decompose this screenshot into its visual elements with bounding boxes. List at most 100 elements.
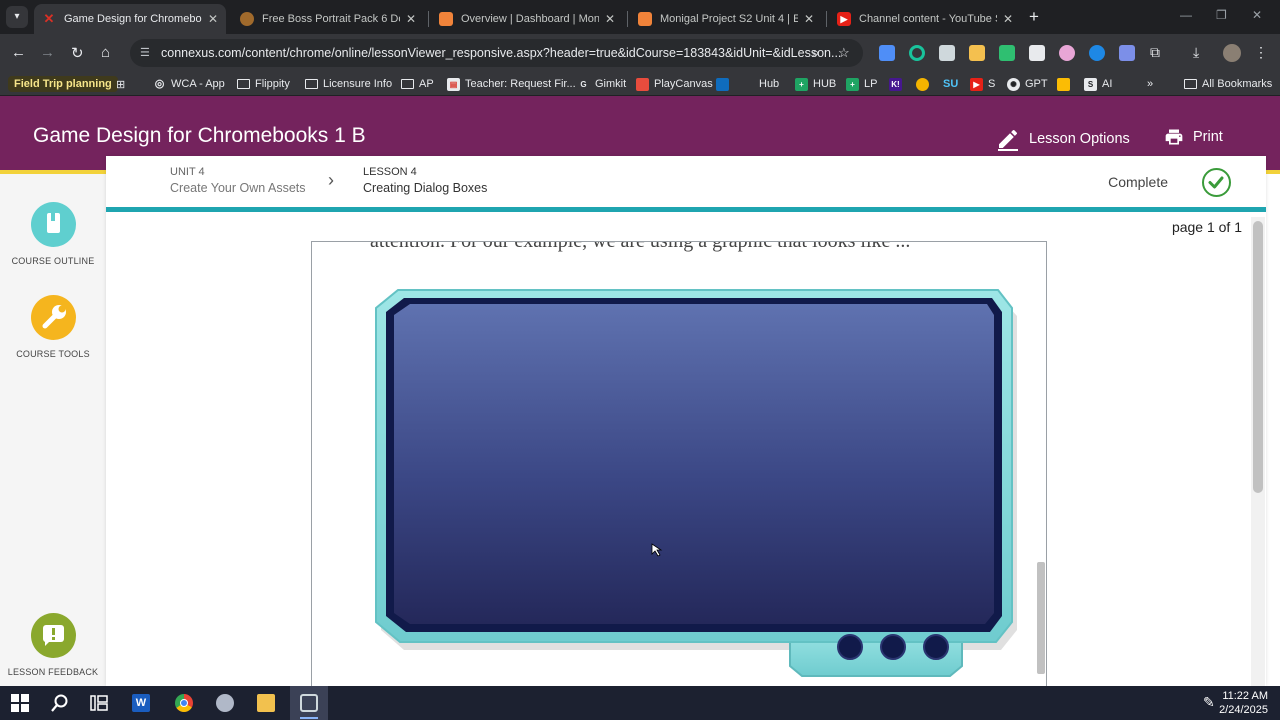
url-text[interactable]: connexus.com/content/chrome/online/lesso… — [161, 46, 841, 60]
printer-icon — [1165, 129, 1183, 145]
bookmark-ap[interactable]: AP — [401, 76, 434, 92]
bookmark-hub[interactable]: Hub — [716, 76, 779, 92]
tab-search-button[interactable]: ▾ — [6, 6, 28, 28]
profile-avatar[interactable] — [1223, 44, 1241, 62]
youtube-icon: ▶ — [970, 77, 983, 91]
gimkit-icon: G — [580, 79, 587, 89]
new-tab-button[interactable]: + — [1029, 7, 1039, 27]
windows-start-icon[interactable] — [11, 694, 29, 712]
reload-icon[interactable]: ↻ — [71, 44, 84, 62]
bookmark-star-icon[interactable]: ☆ — [838, 45, 850, 61]
print-button[interactable]: Print — [1164, 127, 1223, 147]
search-icon[interactable] — [51, 694, 69, 712]
tab-boss-portrait[interactable]: Free Boss Portrait Pack 6 Downl ✕ — [232, 4, 424, 34]
bookmark-hub-sheet[interactable]: + HUB — [795, 76, 836, 92]
zoom-icon[interactable]: ⌕ — [812, 45, 819, 61]
tab-strip: ▾ ✕ Game Design for Chromebooks ✕ Free B… — [0, 0, 1280, 34]
chevron-right-icon: › — [328, 170, 334, 190]
tab-overview-dashboard[interactable]: Overview | Dashboard | Moniga ✕ — [431, 4, 623, 34]
checkmark-icon — [1202, 168, 1231, 197]
globe-icon: ◎ — [154, 77, 165, 90]
bookmark-all[interactable]: All Bookmarks — [1184, 76, 1272, 92]
ext-green-icon[interactable] — [999, 45, 1015, 61]
restore-icon[interactable]: ❐ — [1216, 8, 1227, 22]
bookmark-gpt[interactable]: ✺ GPT — [1007, 76, 1048, 92]
bookmarks-bar: Field Trip planning ⊞ ◎ WCA - App Flippit… — [0, 72, 1280, 96]
file-explorer-icon[interactable] — [257, 694, 275, 712]
download-icon[interactable]: ⤓ — [1193, 44, 1199, 61]
pencil-icon — [998, 129, 1018, 151]
bookmark-licensure[interactable]: Licensure Info — [305, 76, 392, 92]
bookmark-gimkit[interactable]: G Gimkit — [577, 76, 626, 92]
chrome-icon[interactable] — [175, 694, 193, 712]
close-window-icon[interactable]: ✕ — [1252, 8, 1262, 22]
bookmark-ai[interactable]: S AI — [1084, 76, 1112, 92]
tab-title: Monigal Project S2 Unit 4 | Edit — [660, 13, 798, 25]
course-title: Game Design for Chromebooks 1 B — [33, 124, 366, 147]
ext-compass-icon[interactable] — [1089, 45, 1105, 61]
bookmark-teacher-request[interactable]: ▤ Teacher: Request Fir... — [447, 76, 576, 92]
page-scrollbar-thumb[interactable] — [1253, 221, 1263, 493]
feedback-icon — [30, 613, 76, 658]
frame-scrollbar-thumb[interactable] — [1037, 562, 1045, 674]
bookmark-su[interactable]: SU — [943, 76, 958, 92]
lesson-options-button[interactable]: Lesson Options — [996, 127, 1130, 151]
home-icon[interactable]: ⌂ — [101, 44, 110, 61]
tab-monigal-project[interactable]: Monigal Project S2 Unit 4 | Edit ✕ — [630, 4, 822, 34]
tab-youtube-studio[interactable]: ▶ Channel content - YouTube Stu ✕ — [829, 4, 1021, 34]
ext-grammarly-icon[interactable] — [909, 45, 925, 61]
close-tab-icon[interactable]: ✕ — [804, 12, 814, 26]
menu-kebab-icon[interactable]: ⋮ — [1254, 44, 1268, 61]
breadcrumb-lesson[interactable]: LESSON 4 Creating Dialog Boxes — [363, 166, 487, 195]
screen-recorder-icon[interactable] — [300, 694, 318, 712]
book-icon — [30, 202, 76, 247]
page-scrollbar[interactable] — [1251, 217, 1265, 686]
bookmark-playcanvas[interactable]: PlayCanvas — [636, 76, 713, 92]
browser-toolbar: ← → ↻ ⌂ ☰ connexus.com/content/chrome/on… — [0, 34, 1280, 72]
ext-pink-icon[interactable] — [1059, 45, 1075, 61]
bookmark-flippity[interactable]: Flippity — [237, 76, 290, 92]
paint-icon[interactable] — [216, 694, 234, 712]
course-outline-button[interactable]: COURSE OUTLINE — [0, 202, 106, 266]
playcanvas-icon — [636, 77, 649, 91]
word-icon[interactable]: W — [132, 694, 150, 712]
bookmark-keep[interactable] — [1057, 76, 1075, 92]
minimize-icon[interactable]: — — [1180, 8, 1192, 22]
close-tab-icon[interactable]: ✕ — [406, 12, 416, 26]
close-tab-icon[interactable]: ✕ — [605, 12, 615, 26]
task-view-icon[interactable] — [90, 694, 108, 712]
address-bar[interactable]: ☰ connexus.com/content/chrome/online/les… — [130, 39, 863, 67]
extensions-puzzle-icon[interactable]: ⧉ — [1150, 44, 1160, 61]
course-sidebar: COURSE OUTLINE COURSE TOOLS LESSON FEEDB… — [0, 174, 106, 686]
forward-icon[interactable]: → — [40, 44, 55, 61]
close-tab-icon[interactable]: ✕ — [208, 12, 218, 26]
breadcrumb-unit[interactable]: UNIT 4 Create Your Own Assets — [170, 166, 306, 195]
close-tab-icon[interactable]: ✕ — [1003, 12, 1013, 26]
bookmark-field-trip[interactable]: Field Trip planning — [8, 76, 118, 92]
tab-game-design[interactable]: ✕ Game Design for Chromebooks ✕ — [34, 4, 226, 34]
apps-grid-icon[interactable]: ⊞ — [116, 76, 125, 92]
page-indicator: page 1 of 1 — [1171, 219, 1242, 235]
back-icon[interactable]: ← — [11, 44, 26, 61]
bookmark-lp[interactable]: + LP — [846, 76, 877, 92]
site-info-icon[interactable]: ☰ — [140, 46, 154, 60]
folder-icon — [305, 79, 318, 89]
system-clock[interactable]: 11:22 AM 2/24/2025 — [1219, 689, 1268, 717]
bookmark-youtube-s[interactable]: ▶ S — [970, 76, 995, 92]
bookmark-pinwheel[interactable] — [916, 76, 934, 92]
ext-screencastify-icon[interactable] — [1029, 45, 1045, 61]
ext-blue-icon[interactable] — [1119, 45, 1135, 61]
ext-screenshot-icon[interactable] — [939, 45, 955, 61]
tab-title: Overview | Dashboard | Moniga — [461, 13, 599, 25]
bookmark-wca-app[interactable]: ◎ WCA - App — [153, 76, 225, 92]
bookmarks-overflow-icon[interactable]: » — [1147, 76, 1153, 92]
chatgpt-icon: ✺ — [1007, 77, 1020, 91]
ext-party-icon[interactable] — [969, 45, 985, 61]
connexus-x-icon: ✕ — [43, 11, 55, 26]
folder-icon — [237, 79, 250, 89]
tab-title: Channel content - YouTube Stu — [859, 13, 997, 25]
course-tools-button[interactable]: COURSE TOOLS — [0, 295, 106, 359]
bookmark-kahoot[interactable]: K! — [889, 76, 907, 92]
ext-edit-icon[interactable] — [879, 45, 895, 61]
lesson-feedback-button[interactable]: LESSON FEEDBACK — [0, 613, 106, 677]
